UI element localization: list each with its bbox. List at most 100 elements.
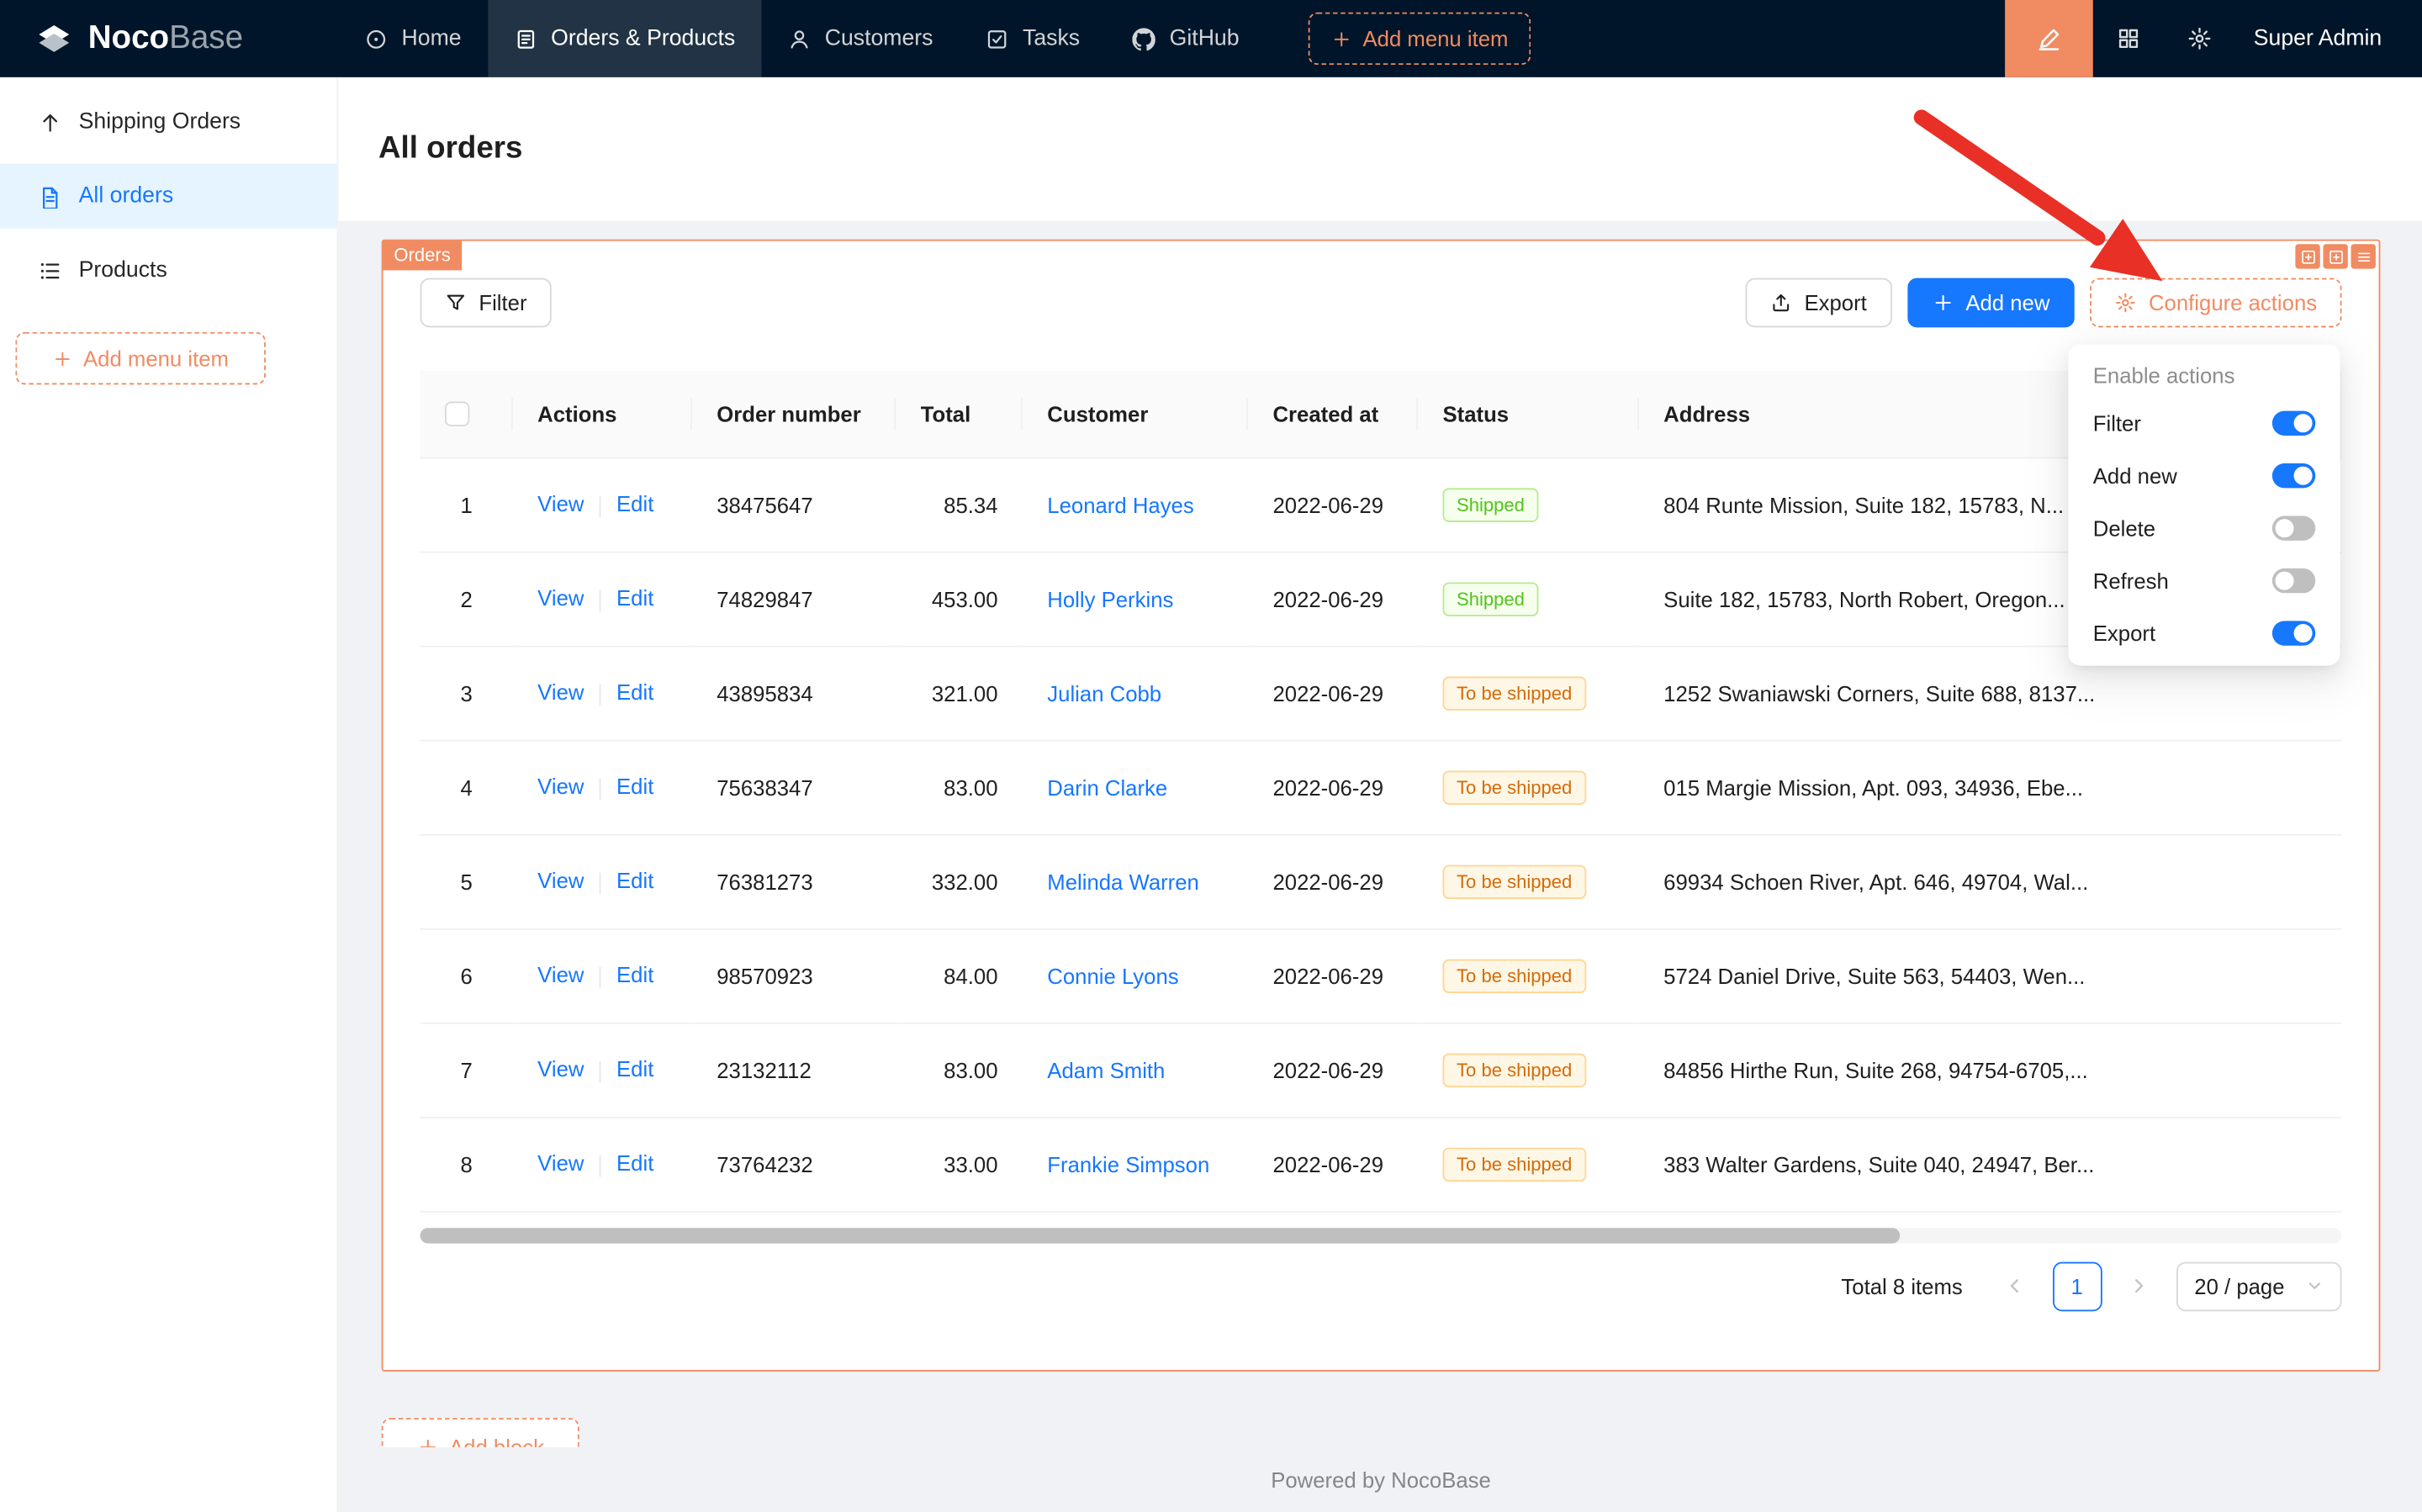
column-header-total: Total <box>896 371 1023 457</box>
page-size-select[interactable]: 20 / page <box>2176 1261 2341 1311</box>
order-number: 74829847 <box>717 586 812 611</box>
toggle-filter[interactable] <box>2272 411 2315 436</box>
divider <box>600 495 601 517</box>
view-link[interactable]: View <box>537 869 584 893</box>
view-link[interactable]: View <box>537 680 584 705</box>
navbar-item-customers[interactable]: Customers <box>761 0 959 77</box>
view-link[interactable]: View <box>537 775 584 799</box>
navbar-item-orders-products[interactable]: Orders & Products <box>488 0 762 77</box>
view-link[interactable]: View <box>537 1057 584 1081</box>
settings-button[interactable] <box>2164 0 2234 77</box>
customer-link[interactable]: Julian Cobb <box>1047 680 1161 705</box>
add-block-button[interactable]: Add block <box>382 1418 579 1447</box>
filter-button[interactable]: Filter <box>420 278 552 328</box>
block-add-button[interactable] <box>2295 244 2319 268</box>
scrollbar-thumb[interactable] <box>420 1227 1900 1242</box>
ui-editor-button[interactable] <box>2005 0 2093 77</box>
block-insert-button[interactable] <box>2323 244 2347 268</box>
grid-icon <box>2116 26 2140 50</box>
address: 804 Runte Mission, Suite 182, 15783, N..… <box>1663 492 2064 516</box>
block-menu-button[interactable] <box>2351 244 2376 268</box>
menu-item-export[interactable]: Export <box>2075 607 2335 659</box>
toggle-add-new[interactable] <box>2272 463 2315 488</box>
view-link[interactable]: View <box>537 1151 584 1176</box>
view-link[interactable]: View <box>537 492 584 516</box>
toggle-refresh[interactable] <box>2272 568 2315 593</box>
divider <box>600 966 601 988</box>
created-at: 2022-06-29 <box>1272 1151 1383 1176</box>
toggle-export[interactable] <box>2272 621 2315 645</box>
highlighter-icon <box>2036 25 2062 51</box>
add-new-button[interactable]: Add new <box>1907 278 2075 328</box>
plugin-manager-button[interactable] <box>2093 0 2164 77</box>
user-menu[interactable]: Super Admin <box>2235 26 2422 50</box>
total: 321.00 <box>932 680 998 705</box>
configure-actions-button[interactable]: Configure actions <box>2090 278 2341 328</box>
navbar-item-github[interactable]: GitHub <box>1106 0 1265 77</box>
sidebar-item-all-orders[interactable]: All orders <box>0 164 336 229</box>
customer-link[interactable]: Connie Lyons <box>1047 963 1178 987</box>
content-area: Orders Filter Export <box>338 221 2422 1512</box>
row-index: 7 <box>461 1057 473 1081</box>
address: Suite 182, 15783, North Robert, Oregon..… <box>1663 586 2065 611</box>
navbar-menu: HomeOrders & ProductsCustomersTasksGitHu… <box>338 0 1266 77</box>
edit-link[interactable]: Edit <box>616 492 653 516</box>
page-title: All orders <box>378 131 522 167</box>
customer-link[interactable]: Holly Perkins <box>1047 586 1173 611</box>
order-number: 38475647 <box>717 492 812 516</box>
row-index: 8 <box>461 1151 473 1176</box>
navbar-item-tasks[interactable]: Tasks <box>960 0 1107 77</box>
menu-item-delete[interactable]: Delete <box>2075 502 2335 554</box>
edit-link[interactable]: Edit <box>616 1151 653 1176</box>
nocobase-logo-icon <box>34 19 74 59</box>
powered-by: Powered by NocoBase <box>382 1467 2381 1492</box>
form-icon <box>514 27 537 50</box>
pagination-next-button[interactable] <box>2114 1261 2164 1311</box>
add-block-clip: Add block <box>382 1418 579 1447</box>
table-row: 6ViewEdit9857092384.00Connie Lyons2022-0… <box>420 928 2342 1023</box>
order-number: 76381273 <box>717 869 812 893</box>
menu-item-refresh[interactable]: Refresh <box>2075 554 2335 606</box>
divider <box>600 1155 601 1176</box>
sidebar-add-menu-item-button[interactable]: Add menu item <box>15 332 266 384</box>
select-all-checkbox[interactable] <box>445 402 469 426</box>
total: 83.00 <box>944 1057 997 1081</box>
sidebar: Shipping Orders All orders Products Add me… <box>0 77 338 1512</box>
pagination-prev-button[interactable] <box>1991 1261 2040 1311</box>
edit-link[interactable]: Edit <box>616 775 653 799</box>
status-badge: Shipped <box>1443 582 1539 616</box>
edit-link[interactable]: Edit <box>616 1057 653 1081</box>
created-at: 2022-06-29 <box>1272 586 1383 611</box>
orders-block: Orders Filter Export <box>382 240 2381 1372</box>
view-link[interactable]: View <box>537 586 584 611</box>
address: 015 Margie Mission, Apt. 093, 34936, Ebe… <box>1663 775 2083 799</box>
customer-link[interactable]: Leonard Hayes <box>1047 492 1193 516</box>
customer-link[interactable]: Frankie Simpson <box>1047 1151 1209 1176</box>
edit-link[interactable]: Edit <box>616 586 653 611</box>
navbar-add-menu-item-button[interactable]: Add menu item <box>1309 13 1531 65</box>
order-number: 75638347 <box>717 775 812 799</box>
created-at: 2022-06-29 <box>1272 680 1383 705</box>
export-button[interactable]: Export <box>1746 278 1892 328</box>
edit-link[interactable]: Edit <box>616 869 653 893</box>
edit-link[interactable]: Edit <box>616 680 653 705</box>
sidebar-item-products[interactable]: Products <box>0 238 336 303</box>
edit-link[interactable]: Edit <box>616 963 653 987</box>
view-link[interactable]: View <box>537 963 584 987</box>
plus-icon <box>1332 29 1352 49</box>
table-header-row: Actions Order number Total Customer Crea… <box>420 371 2342 457</box>
customer-link[interactable]: Melinda Warren <box>1047 869 1199 893</box>
menu-item-filter[interactable]: Filter <box>2075 397 2335 449</box>
menu-item-add-new[interactable]: Add new <box>2075 449 2335 501</box>
navbar-item-home[interactable]: Home <box>338 0 488 77</box>
pagination-page-1-button[interactable]: 1 <box>2052 1261 2102 1311</box>
customer-link[interactable]: Darin Clarke <box>1047 775 1167 799</box>
toggle-delete[interactable] <box>2272 515 2315 540</box>
row-index: 1 <box>461 492 473 516</box>
column-header-order-number: Order number <box>692 371 896 457</box>
row-index: 6 <box>461 963 473 987</box>
divider <box>600 684 601 706</box>
sidebar-item-shipping-orders[interactable]: Shipping Orders <box>0 90 336 155</box>
nocobase-logo[interactable]: NocoBase <box>0 0 338 77</box>
customer-link[interactable]: Adam Smith <box>1047 1057 1165 1081</box>
